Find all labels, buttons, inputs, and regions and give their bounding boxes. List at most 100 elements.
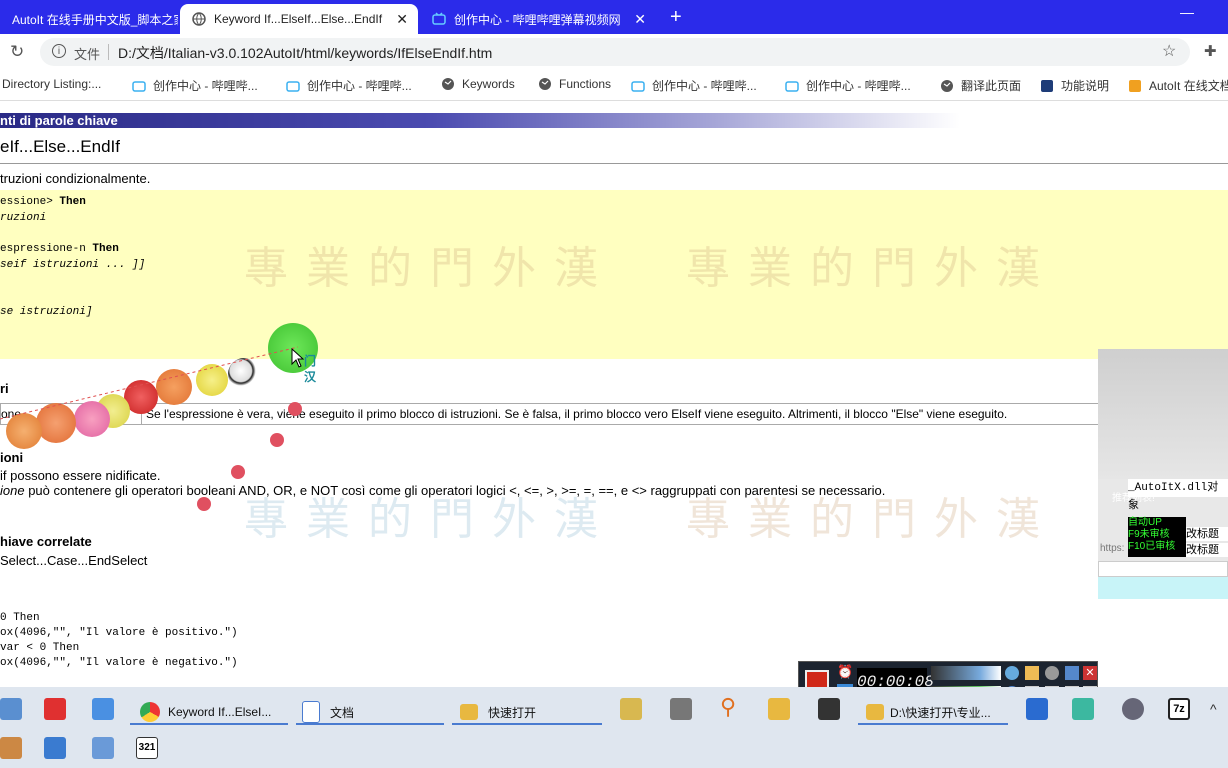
related-link[interactable]: Select...Case...EndSelect [0,553,147,568]
volume-meter [931,666,1001,680]
star-icon[interactable]: ☆ [1162,41,1176,61]
bookmark-bilibili-4[interactable]: 创作中心 - 哔哩哔... [785,77,911,94]
timer-icon: ⏰ [837,664,854,679]
bookmark-label: 创作中心 - 哔哩哔... [307,79,412,93]
app-icon[interactable] [92,698,114,720]
gear-icon[interactable] [1045,666,1059,680]
active-indicator [452,723,602,725]
tab-label: Keyword If...ElseIf...Else...EndIf [214,12,383,26]
tab-keyword-if[interactable]: Keyword If...ElseIf...Else...EndIf ✕ [180,4,418,34]
bookmark-bilibili-3[interactable]: 创作中心 - 哔哩哔... [631,77,757,94]
code-line: var < 0 Then [0,642,80,654]
folder-icon [460,704,478,720]
description: truzioni condizionalmente. [0,171,151,186]
rename-title-button[interactable]: 改标题 [1186,543,1228,557]
app-icon[interactable] [1026,698,1048,720]
bilibili-icon [132,79,146,93]
minimize-button[interactable]: — [1180,4,1194,20]
rename-title-button[interactable]: 改标题 [1186,527,1228,541]
status-text: F10已审核 [1128,541,1176,552]
media-player-icon[interactable]: 321 [136,737,158,759]
tab-strip: AutoIt 在线手册中文版_脚本之家 ✕ Keyword If...ElseI… [0,0,1228,34]
globe-icon [940,79,954,93]
info-icon[interactable]: i [52,44,66,58]
syntax-line: essione> Then [0,196,86,208]
app-icon[interactable] [818,698,840,720]
address-url[interactable]: D:/文档/Italian-v3.0.102AutoIt/html/keywor… [118,43,492,63]
app-icon[interactable] [0,698,22,720]
watermark: 專業的門外漢 [686,243,1058,294]
search-tool-icon[interactable] [620,698,642,720]
side-blue-text: 推荐列表! [1112,493,1155,504]
chevron-up-icon[interactable]: ^ [1210,701,1217,717]
bookmark-label: 创作中心 - 哔哩哔... [806,79,911,93]
folder-icon[interactable] [768,698,790,720]
tab-bilibili[interactable]: 创作中心 - 哔哩哔哩弹幕视频网 ✕ [420,4,656,34]
close-icon[interactable]: ✕ [388,11,408,28]
breadcrumb: nti di parole chiave [0,113,118,128]
taskbar-label: 文档 [330,705,355,720]
app-icon[interactable] [44,698,66,720]
bookmark-translate[interactable]: 翻译此页面 [940,77,1021,94]
related-heading: hiave correlate [0,534,92,549]
taskbar-label: Keyword If...ElseI... [168,705,272,719]
extensions-icon[interactable]: ✚ [1204,42,1217,60]
bookmark-label: 创作中心 - 哔哩哔... [153,79,258,93]
side-footer [1098,577,1228,599]
bookmark-bilibili-1[interactable]: 创作中心 - 哔哩哔... [132,77,258,94]
app-icon[interactable] [0,737,22,759]
bookmark-label: Directory Listing:... [2,77,102,91]
close-icon[interactable]: ✕ [626,11,646,28]
network-icon[interactable] [1005,666,1019,680]
title-rule [0,163,1228,164]
divider [108,44,109,60]
tab-label: 创作中心 - 哔哩哔哩弹幕视频网 [454,12,621,27]
tab-autoit-manual[interactable]: AutoIt 在线手册中文版_脚本之家 ✕ [0,4,178,34]
bookmark-autoit-docs[interactable]: AutoIt 在线文档 [1128,77,1228,94]
bilibili-icon [286,79,300,93]
bookmark-bilibili-2[interactable]: 创作中心 - 哔哩哔... [286,77,412,94]
bookmarks-bar: Directory Listing:... 创作中心 - 哔哩哔... 创作中心… [0,70,1228,101]
minimize-icon[interactable] [1065,666,1079,680]
float-label: 汉 [304,370,317,384]
reload-icon[interactable]: ↻ [10,42,24,62]
status-text: F9未审核 [1128,529,1170,540]
app-icon[interactable] [1122,698,1144,720]
bookmark-label: 翻译此页面 [961,79,1022,93]
breadcrumb-bar: nti di parole chiave [0,113,960,128]
globe-icon [192,12,206,26]
close-icon[interactable]: ✕ [1083,666,1097,680]
bilibili-icon [631,79,645,93]
app-icon[interactable] [92,737,114,759]
bookmark-directory-listing[interactable]: Directory Listing:... [2,77,101,91]
address-scheme: 文件 [74,47,101,62]
float-label: 门 [304,354,317,368]
taskbar-label: D:\快速打开\专业... [890,705,991,720]
new-tab-button[interactable]: + [670,6,682,29]
active-indicator [858,723,1008,725]
watermark: 專業的門外漢 [244,243,616,294]
code-line: ox(4096,"", "Il valore è positivo.") [0,627,238,639]
syntax-line: seif istruzioni ... ]] [0,259,146,271]
watermark: 專業的門外漢 [244,494,616,545]
watermark: 專業的門外漢 [686,494,1058,545]
app-icon[interactable] [670,698,692,720]
folder-icon[interactable] [1025,666,1039,680]
bookmark-functions[interactable]: Functions [538,77,611,91]
search-icon[interactable]: ⚲ [720,694,736,720]
bookmark-label: 功能说明 [1061,79,1110,93]
address-bar[interactable]: i 文件 D:/文档/Italian-v3.0.102AutoIt/html/k… [40,38,1190,66]
7zip-icon[interactable]: 7z [1168,698,1190,720]
bilibili-icon [432,12,446,26]
app-icon[interactable] [44,737,66,759]
syntax-box: essione> Then ruzioni espressione-n Then… [0,190,1228,359]
bookmark-feature-description[interactable]: 功能说明 [1040,77,1109,94]
bookmark-keywords[interactable]: Keywords [441,77,515,91]
page-title: eIf...Else...EndIf [0,137,121,156]
code-line: 0 Then [0,612,40,624]
status-panel: 自动UP F9未审核 F10已审核 [1128,517,1186,557]
syntax-line: espressione-n Then [0,243,119,255]
app-icon[interactable] [1072,698,1094,720]
side-link[interactable]: https: [1100,543,1124,554]
horizontal-scrollbar[interactable] [1098,561,1228,577]
